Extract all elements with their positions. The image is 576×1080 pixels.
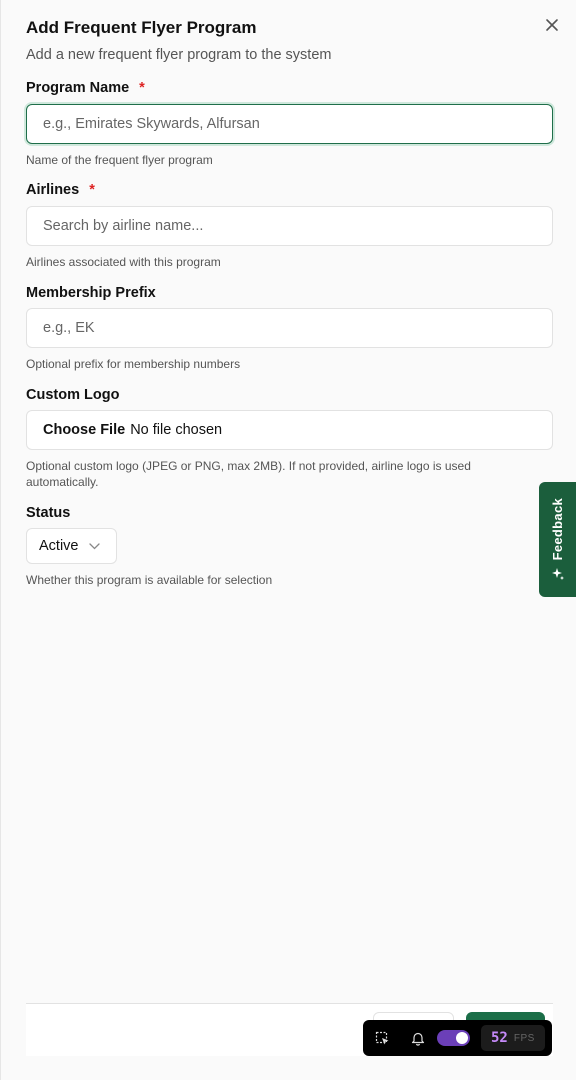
status-label: Status — [26, 505, 71, 521]
dialog-title: Add Frequent Flyer Program — [26, 18, 257, 37]
devtools-toggle[interactable] — [437, 1030, 470, 1046]
fps-label: FPS — [513, 1032, 535, 1044]
membership-prefix-input[interactable] — [26, 308, 553, 348]
dev-toolbar: 52 FPS — [363, 1020, 552, 1056]
airlines-label: Airlines * — [26, 182, 95, 198]
add-program-dialog: Add Frequent Flyer Program Add a new fre… — [0, 0, 576, 1080]
airlines-help: Airlines associated with this program — [26, 255, 221, 269]
required-mark: * — [89, 182, 95, 198]
chevron-down-icon — [88, 542, 100, 550]
sparkle-icon — [551, 567, 565, 581]
feedback-tab[interactable]: Feedback — [539, 482, 576, 597]
membership-prefix-help: Optional prefix for membership numbers — [26, 357, 241, 371]
program-name-label-text: Program Name — [26, 80, 130, 96]
required-mark: * — [139, 80, 145, 96]
choose-file-button[interactable]: Choose File — [43, 422, 125, 438]
membership-prefix-label: Membership Prefix — [26, 285, 156, 301]
program-name-input[interactable] — [26, 104, 553, 144]
bell-icon[interactable] — [411, 1031, 425, 1046]
status-select[interactable]: Active — [26, 528, 117, 564]
toggle-knob — [456, 1032, 468, 1044]
dialog-subtitle: Add a new frequent flyer program to the … — [26, 47, 332, 63]
select-element-icon[interactable] — [375, 1031, 390, 1046]
custom-logo-file-input[interactable]: Choose File No file chosen — [26, 410, 553, 450]
airlines-label-text: Airlines — [26, 182, 80, 198]
feedback-label: Feedback — [550, 498, 565, 561]
program-name-label: Program Name * — [26, 80, 145, 96]
status-selected-value: Active — [39, 538, 79, 554]
custom-logo-help: Optional custom logo (JPEG or PNG, max 2… — [26, 459, 471, 489]
status-help: Whether this program is available for se… — [26, 573, 273, 587]
file-status: No file chosen — [130, 422, 223, 438]
fps-value: 52 — [491, 1030, 508, 1046]
airlines-search-input[interactable] — [26, 206, 553, 246]
fps-counter: 52 FPS — [481, 1025, 545, 1051]
custom-logo-label: Custom Logo — [26, 387, 120, 403]
program-name-help: Name of the frequent flyer program — [26, 153, 213, 167]
close-icon[interactable] — [541, 14, 563, 36]
